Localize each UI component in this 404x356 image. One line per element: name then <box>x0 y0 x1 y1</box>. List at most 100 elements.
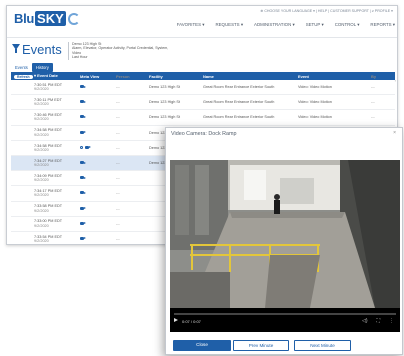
meta-view-cell <box>80 176 116 180</box>
event-date-cell: 7:33:54 PM EDT 9/2/2020 <box>34 235 80 244</box>
video-camera-icon[interactable] <box>80 206 86 210</box>
event-cell: Video: Video Motion <box>298 100 332 105</box>
video-modal: Video Camera: Dock Ramp × 0:07 / 0:07 ◁)… <box>165 127 403 355</box>
event-date-cell: 7:30:46 PM EDT 9/2/2020 <box>34 113 80 122</box>
logo-text-sky: SKY <box>35 11 66 26</box>
nav-item[interactable]: REPORTS ▾ <box>370 22 395 28</box>
meta-view-cell <box>80 145 116 150</box>
event-date: 9/2/2020 <box>34 147 49 152</box>
video-camera-icon[interactable] <box>80 85 86 89</box>
filter-description: Demo 123 High St Alarm, Elevator, Operato… <box>68 42 178 60</box>
bluesky-logo[interactable]: Blu SKY <box>14 11 80 26</box>
nav-item[interactable]: CONTROL ▾ <box>335 22 360 28</box>
meta-view-cell <box>80 130 116 135</box>
play-icon[interactable] <box>174 318 178 322</box>
event-date: 9/2/2020 <box>34 223 49 228</box>
table-row[interactable]: 7:30:11 PM EDT 9/2/2020 --- Demo 123 High S… <box>11 95 395 111</box>
person-cell: --- <box>116 85 120 90</box>
video-camera-icon[interactable] <box>85 145 91 149</box>
nav-item[interactable]: ADMINISTRATION ▾ <box>254 22 295 28</box>
video-camera-icon[interactable] <box>80 130 86 134</box>
video-camera-icon[interactable] <box>80 221 86 225</box>
meta-view-cell <box>80 236 116 241</box>
more-options-icon[interactable]: ⋮ <box>389 318 394 324</box>
nav-item[interactable]: FAVORITES ▾ <box>177 22 205 28</box>
video-camera-icon[interactable] <box>80 191 86 195</box>
person-cell: --- <box>116 236 120 241</box>
video-camera-icon[interactable] <box>80 176 86 180</box>
tab-bar: Events History <box>11 63 53 72</box>
event-date-cell: 7:34:09 PM EDT 9/2/2020 <box>34 174 80 183</box>
video-camera-icon[interactable] <box>80 161 86 165</box>
volume-icon[interactable]: ◁) <box>362 318 368 324</box>
meta-view-cell <box>80 206 116 211</box>
person-cell: --- <box>116 115 120 120</box>
column-header: Person <box>116 73 130 79</box>
meta-view-cell <box>80 221 116 226</box>
video-camera-icon[interactable] <box>80 236 86 240</box>
table-header: Refresh ▾ Event Date Meta View Person Facili… <box>11 72 395 80</box>
event-date: 9/2/2020 <box>34 178 49 183</box>
utility-links[interactable]: ⊕ CHOOSE YOUR LANGUAGE ▾ | HELP | CUSTOM… <box>260 9 393 13</box>
tab-history[interactable]: History <box>31 63 53 72</box>
filter-line: Alarm, Elevator, Operator Activity, Port… <box>72 46 169 55</box>
modal-title: Video Camera: Dock Ramp <box>171 131 237 137</box>
prev-minute-button[interactable]: Prev Minute <box>233 340 289 351</box>
top-bar: Blu SKY ⊕ CHOOSE YOUR LANGUAGE ▾ | HELP … <box>7 6 397 38</box>
table-row[interactable]: 7:30:46 PM EDT 9/2/2020 --- Demo 123 High S… <box>11 110 395 126</box>
person-cell: --- <box>116 145 120 150</box>
page-title: Events <box>22 42 62 57</box>
event-date-cell: 7:30:11 PM EDT 9/2/2020 <box>34 98 80 107</box>
nav-item[interactable]: SETUP ▾ <box>306 22 324 28</box>
event-cell: Video: Video Motion <box>298 85 332 90</box>
event-date-cell: 7:30:51 PM EDT 9/2/2020 <box>34 83 80 92</box>
table-row[interactable]: 7:30:51 PM EDT 9/2/2020 --- Demo 123 High S… <box>11 80 395 96</box>
person-cell: --- <box>116 176 120 181</box>
column-header: Name <box>203 73 214 79</box>
meta-view-cell <box>80 100 116 104</box>
by-cell: --- <box>371 85 375 90</box>
event-date-cell: 7:34:17 PM EDT 9/2/2020 <box>34 189 80 198</box>
video-player[interactable]: 0:07 / 0:07 ◁) ⛶ ⋮ <box>170 160 400 332</box>
meta-view-cell <box>80 161 116 165</box>
event-date: 9/2/2020 <box>34 117 49 122</box>
name-cell: Great Room Rear Entrance Exterior South <box>203 115 275 120</box>
close-button[interactable]: Close <box>173 340 231 351</box>
title-bar: Events Demo 123 High St Alarm, Elevator, … <box>7 39 397 64</box>
event-date-cell: 7:34:58 PM EDT 9/2/2020 <box>34 128 80 137</box>
column-header: Facility <box>149 73 163 79</box>
by-cell: --- <box>371 100 375 105</box>
video-timeline[interactable] <box>174 313 396 315</box>
video-camera-icon[interactable] <box>80 100 86 104</box>
person-cell: --- <box>116 206 120 211</box>
column-header: Refresh <box>11 74 34 79</box>
meta-view-cell <box>80 191 116 195</box>
fullscreen-icon[interactable]: ⛶ <box>376 318 380 324</box>
column-header: Event <box>298 73 309 79</box>
event-date: 9/2/2020 <box>34 208 49 213</box>
by-cell: --- <box>371 115 375 120</box>
name-cell: Great Room Rear Entrance Exterior South <box>203 85 275 90</box>
close-icon[interactable]: × <box>393 130 396 136</box>
filter-line: Last Hour <box>72 55 88 60</box>
video-controls: 0:07 / 0:07 ◁) ⛶ ⋮ <box>170 308 400 332</box>
person-cell: --- <box>116 161 120 166</box>
next-minute-button[interactable]: Next Minute <box>294 340 351 351</box>
facility-cell: Demo 123 High St <box>149 100 181 105</box>
logo-text-blu: Blu <box>14 11 35 26</box>
column-header: By <box>371 73 377 79</box>
snapshot-icon[interactable] <box>80 145 83 149</box>
column-header: Meta View <box>80 73 100 79</box>
player-buttons: ◁) ⛶ ⋮ <box>362 318 394 324</box>
nav-item[interactable]: REQUESTS ▾ <box>215 22 243 28</box>
refresh-button[interactable]: Refresh <box>14 74 33 79</box>
column-header[interactable]: ▾ Event Date <box>34 73 80 78</box>
person-cell: --- <box>116 221 120 226</box>
person-cell: --- <box>116 191 120 196</box>
event-date: 9/2/2020 <box>34 193 49 198</box>
main-nav: FAVORITES ▾ REQUESTS ▾ ADMINISTRATION ▾ SET… <box>166 22 395 28</box>
meta-view-cell <box>80 115 116 119</box>
event-date-cell: 7:33:00 PM EDT 9/2/2020 <box>34 219 80 228</box>
video-camera-icon[interactable] <box>80 115 86 119</box>
tab-events[interactable]: Events <box>11 63 32 72</box>
